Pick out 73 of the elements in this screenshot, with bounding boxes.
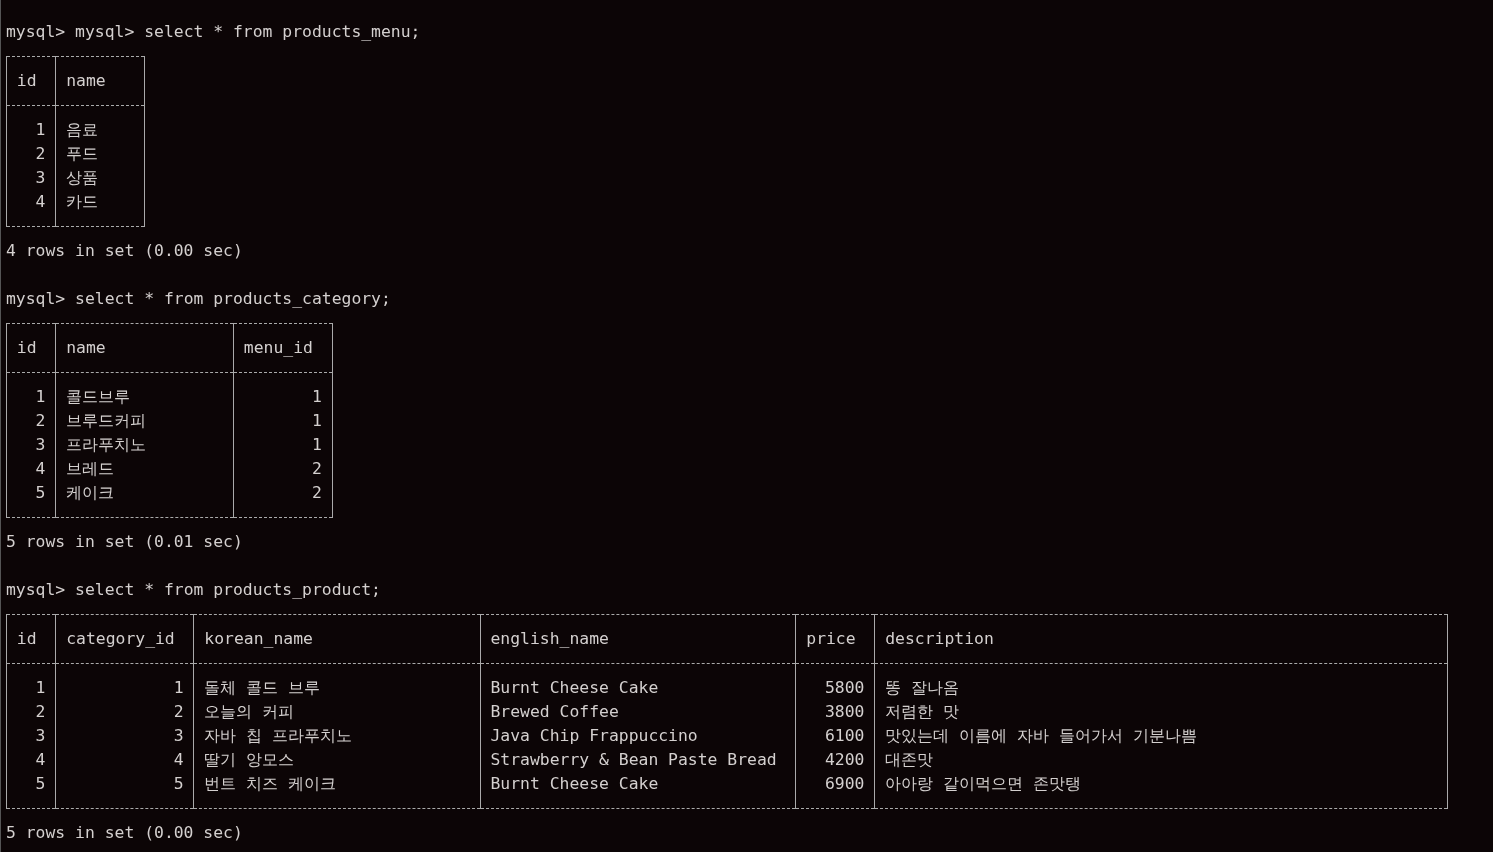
table-cell: 대존맛 bbox=[885, 750, 934, 769]
table-cell: 4200 bbox=[825, 750, 865, 769]
table-cell: 콜드브루 bbox=[66, 387, 131, 406]
table-cell: 1 bbox=[35, 678, 46, 697]
table-cell: Brewed Coffee bbox=[490, 702, 619, 721]
column-header: id bbox=[16, 629, 37, 648]
column-header: id bbox=[16, 338, 37, 357]
table-cell: 저렴한 맛 bbox=[885, 702, 960, 721]
table-cell: 푸드 bbox=[66, 144, 99, 163]
table-cell: 딸기 앙모스 bbox=[204, 750, 295, 769]
table-cell: Java Chip Frappuccino bbox=[490, 726, 698, 745]
table-cell: 2 bbox=[35, 702, 46, 721]
result-summary: 5 rows in set (0.01 sec) bbox=[6, 532, 243, 551]
table-cell: 돌체 콜드 브루 bbox=[204, 678, 321, 697]
table-cell: 5800 bbox=[825, 678, 865, 697]
table-cell: 자바 칩 프라푸치노 bbox=[204, 726, 353, 745]
table-cell: 3 bbox=[173, 726, 184, 745]
sql-command: select * from products_product; bbox=[75, 580, 381, 599]
table-cell: 1 bbox=[173, 678, 184, 697]
table-cell: 2 bbox=[35, 411, 46, 430]
table-cell: 1 bbox=[311, 411, 322, 430]
table-cell: 5 bbox=[173, 774, 184, 793]
column-header: category_id bbox=[66, 629, 175, 648]
column-header: korean_name bbox=[204, 629, 313, 648]
column-header: english_name bbox=[490, 629, 609, 648]
sql-command: select * from products_menu; bbox=[144, 22, 421, 41]
table-cell: 케이크 bbox=[66, 483, 115, 502]
prompt: mysql> bbox=[6, 289, 66, 308]
table-cell: 2 bbox=[35, 144, 46, 163]
column-header: id bbox=[16, 71, 37, 90]
result-summary: 4 rows in set (0.00 sec) bbox=[6, 241, 243, 260]
table-cell: 3 bbox=[35, 726, 46, 745]
table-cell: Burnt Cheese Cake bbox=[490, 774, 659, 793]
table-cell: 4 bbox=[35, 750, 46, 769]
table-cell: 1 bbox=[311, 387, 322, 406]
table-cell: 맛있는데 이름에 자바 들어가서 기분나쁨 bbox=[885, 726, 1197, 745]
table-cell: 4 bbox=[35, 192, 46, 211]
table-cell: 똥 잘나옴 bbox=[885, 678, 960, 697]
table-cell: 5 bbox=[35, 483, 46, 502]
table-cell: 1 bbox=[35, 387, 46, 406]
table-cell: 상품 bbox=[66, 168, 99, 187]
prompt: mysql> mysql> bbox=[6, 22, 135, 41]
result-summary: 5 rows in set (0.00 sec) bbox=[6, 823, 243, 842]
table-cell: 1 bbox=[35, 120, 46, 139]
column-header: name bbox=[66, 71, 106, 90]
table-cell: 프라푸치노 bbox=[66, 435, 147, 454]
table-cell: 3 bbox=[35, 435, 46, 454]
table-cell: 2 bbox=[311, 459, 322, 478]
table-cell: 6900 bbox=[825, 774, 865, 793]
table-cell: 오늘의 커피 bbox=[204, 702, 295, 721]
table-cell: 번트 치즈 케이크 bbox=[204, 774, 337, 793]
table-cell: Burnt Cheese Cake bbox=[490, 678, 659, 697]
prompt: mysql> bbox=[6, 580, 66, 599]
sql-command: select * from products_category; bbox=[75, 289, 391, 308]
table-cell: 브레드 bbox=[66, 459, 115, 478]
table-cell: 3800 bbox=[825, 702, 865, 721]
table-cell: 아아랑 같이먹으면 존맛탱 bbox=[885, 774, 1081, 793]
table-cell: 4 bbox=[35, 459, 46, 478]
table-cell: 5 bbox=[35, 774, 46, 793]
table-cell: Strawberry & Bean Paste Bread bbox=[490, 750, 777, 769]
table-cell: 4 bbox=[173, 750, 184, 769]
table-cell: 2 bbox=[311, 483, 322, 502]
table-cell: 6100 bbox=[825, 726, 865, 745]
column-header: menu_id bbox=[243, 338, 313, 357]
table-cell: 카드 bbox=[66, 192, 99, 211]
table-cell: 2 bbox=[173, 702, 184, 721]
table-cell: 음료 bbox=[66, 120, 99, 139]
column-header: name bbox=[66, 338, 106, 357]
table-cell: 3 bbox=[35, 168, 46, 187]
column-header: description bbox=[885, 629, 994, 648]
table-cell: 1 bbox=[311, 435, 322, 454]
table-cell: 브루드커피 bbox=[66, 411, 147, 430]
column-header: price bbox=[806, 629, 856, 648]
